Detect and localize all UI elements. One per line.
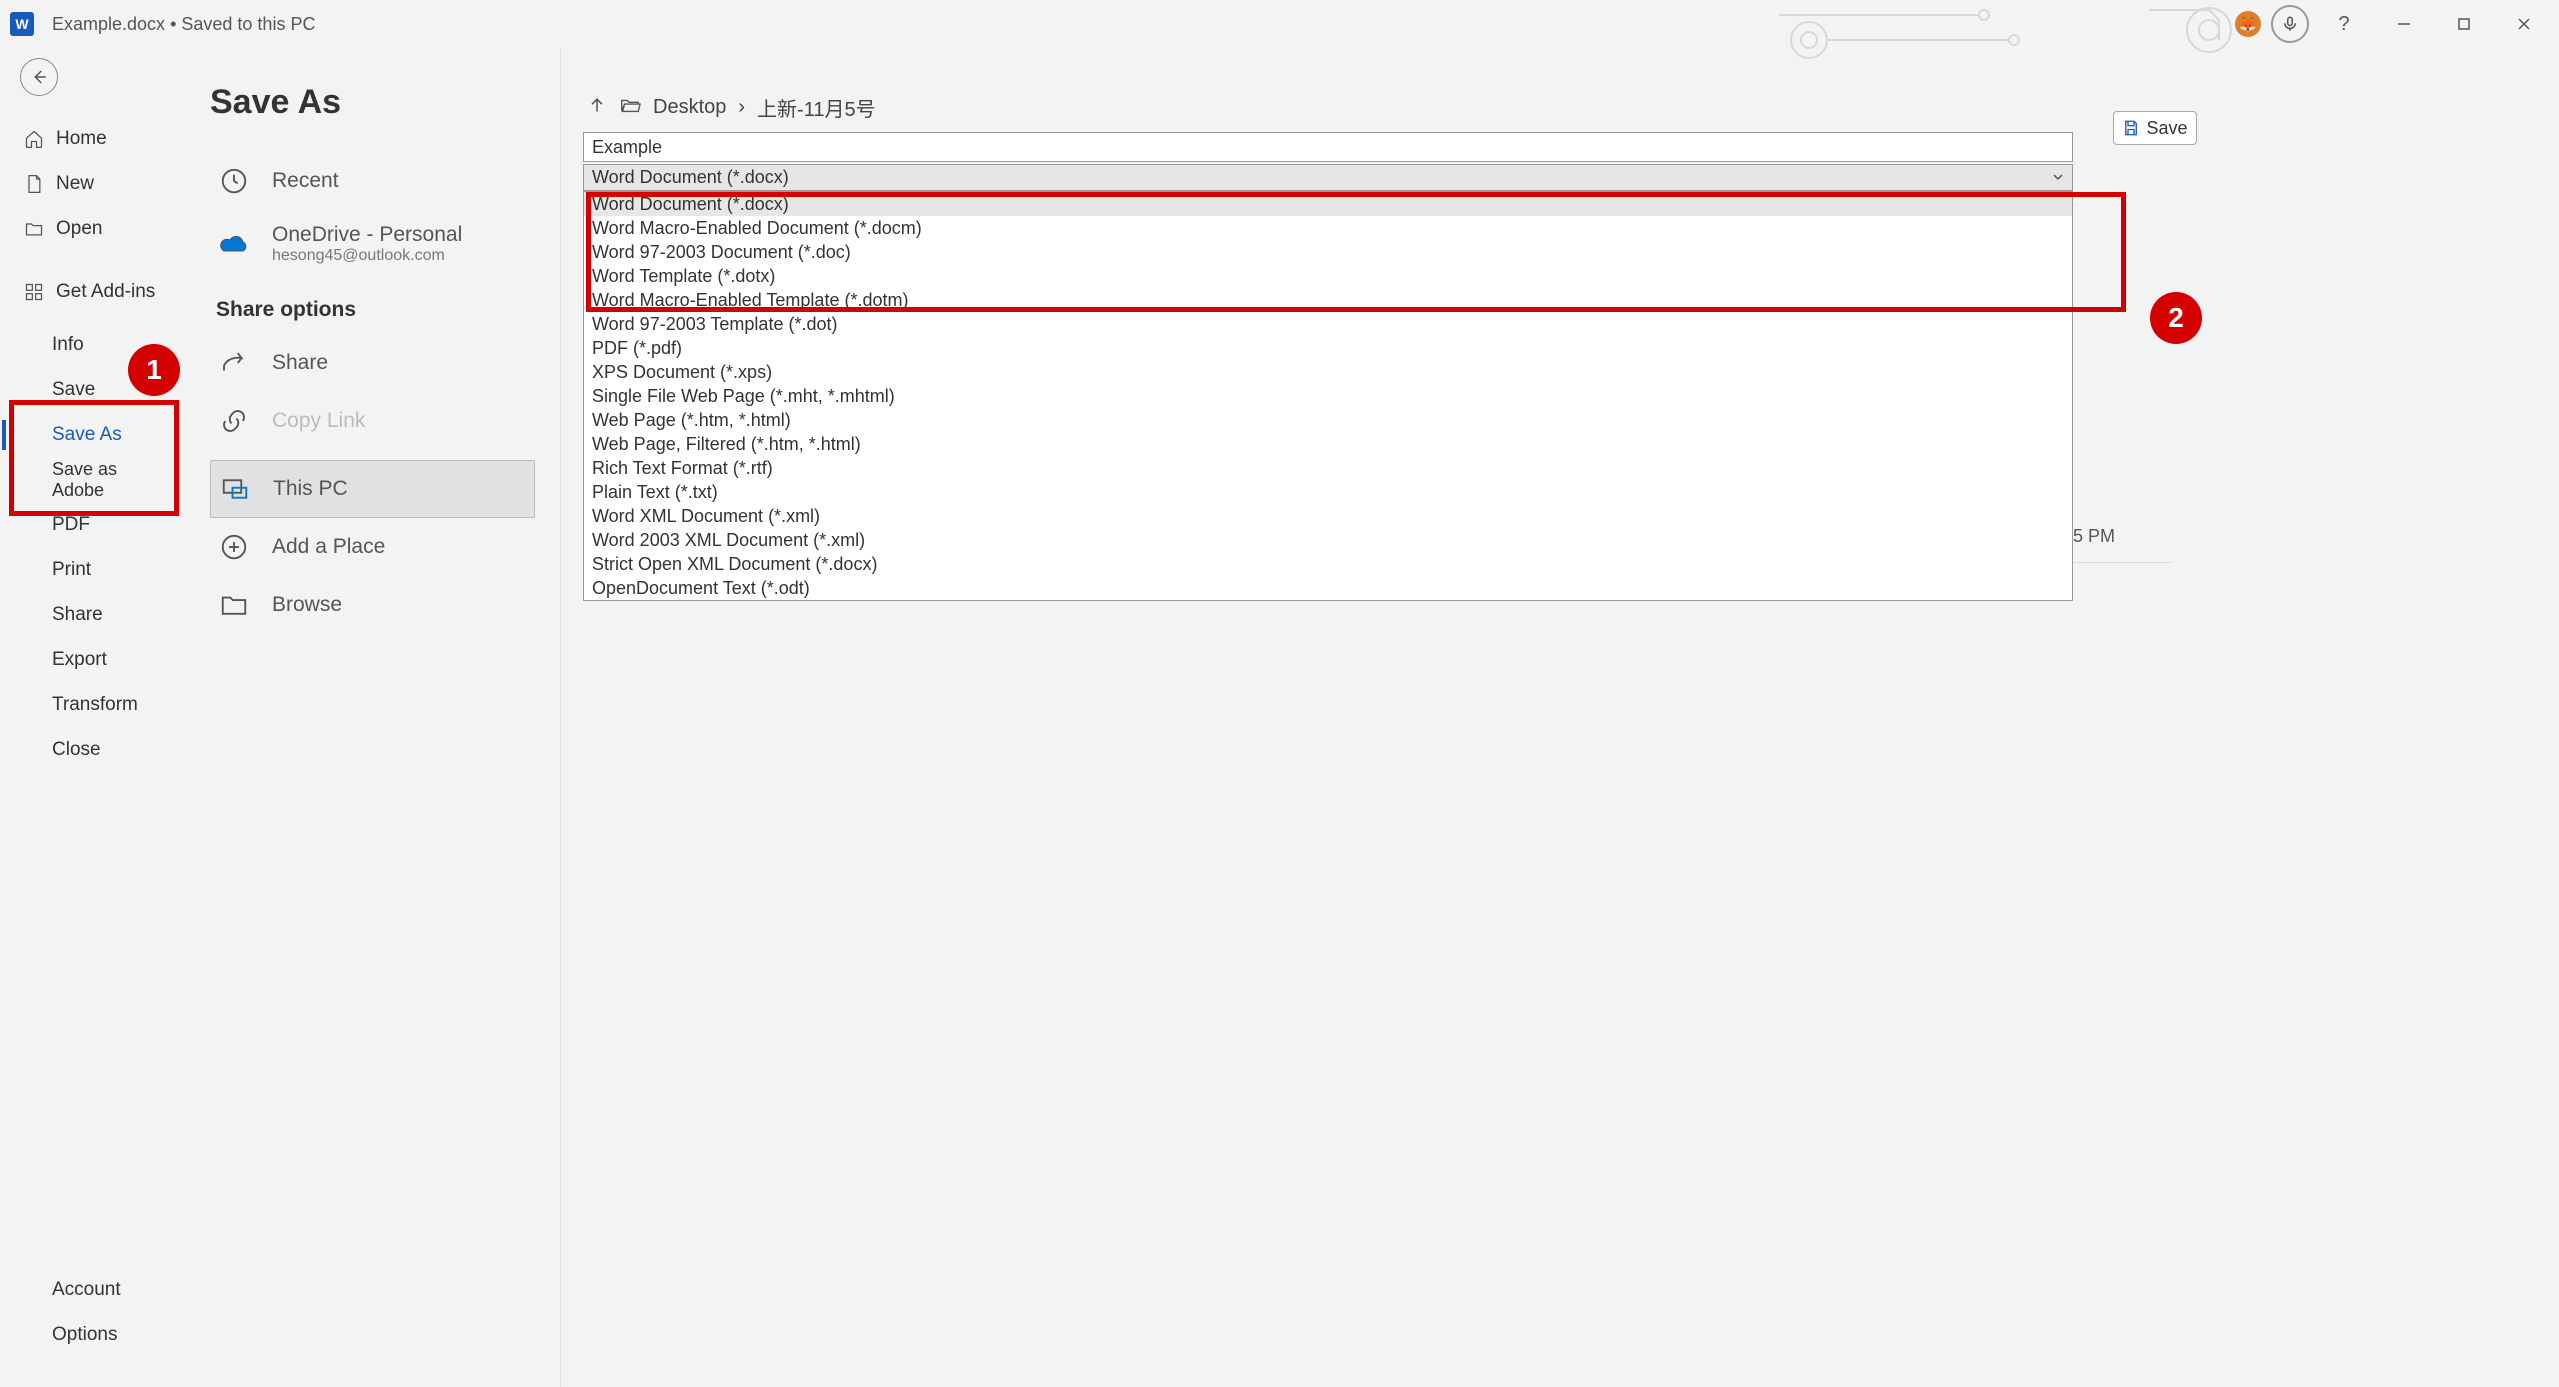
format-option[interactable]: Plain Text (*.txt) <box>584 480 2072 504</box>
user-avatar[interactable]: 🦊 <box>2235 11 2261 37</box>
clock-icon <box>216 163 252 199</box>
nav-print[interactable]: Print <box>0 547 170 592</box>
format-option[interactable]: Word Macro-Enabled Document (*.docm) <box>584 216 2072 240</box>
link-icon <box>216 403 252 439</box>
maximize-button[interactable] <box>2439 4 2489 44</box>
copy-link-option: Copy Link <box>210 392 535 450</box>
format-option[interactable]: Web Page (*.htm, *.html) <box>584 408 2072 432</box>
nav-pdf[interactable]: PDF <box>0 502 170 547</box>
nav-new[interactable]: New <box>0 161 170 206</box>
nav-options[interactable]: Options <box>0 1312 170 1357</box>
word-app-icon: W <box>10 12 34 36</box>
up-folder-button[interactable] <box>587 95 607 121</box>
nav-save-as[interactable]: Save As <box>0 412 170 457</box>
format-option[interactable]: Web Page, Filtered (*.htm, *.html) <box>584 432 2072 456</box>
breadcrumb-segment[interactable]: 上新-11月5号 <box>757 93 876 122</box>
page-title: Save As <box>210 83 535 122</box>
browse[interactable]: Browse <box>210 576 535 634</box>
nav-addins-label: Get Add-ins <box>56 281 155 303</box>
format-option[interactable]: Word 97-2003 Template (*.dot) <box>584 312 2072 336</box>
nav-save[interactable]: Save <box>0 367 170 412</box>
breadcrumb: Desktop › 上新-11月5号 <box>561 93 2229 122</box>
nav-save-adobe[interactable]: Save as Adobe <box>0 457 170 502</box>
save-location-pane: Save As Recent OneDrive - Personal heson… <box>170 48 560 1387</box>
nav-share[interactable]: Share <box>0 592 170 637</box>
nav-info[interactable]: Info <box>0 322 170 367</box>
minimize-button[interactable] <box>2379 4 2429 44</box>
share-options-heading: Share options <box>216 298 535 322</box>
format-option[interactable]: XPS Document (*.xps) <box>584 360 2072 384</box>
format-option[interactable]: Word 2003 XML Document (*.xml) <box>584 528 2072 552</box>
save-as-content: Desktop › 上新-11月5号 Example Word Document… <box>560 48 2559 1387</box>
format-option[interactable]: Word Macro-Enabled Template (*.dotm) <box>584 288 2072 312</box>
location-onedrive[interactable]: OneDrive - Personal hesong45@outlook.com <box>210 210 535 278</box>
close-button[interactable] <box>2499 4 2549 44</box>
file-format-select[interactable]: Word Document (*.docx) <box>583 164 2073 191</box>
share-icon <box>216 345 252 381</box>
nav-account[interactable]: Account <box>0 1267 170 1312</box>
format-option[interactable]: OpenDocument Text (*.odt) <box>584 576 2072 600</box>
format-option[interactable]: Single File Web Page (*.mht, *.mhtml) <box>584 384 2072 408</box>
location-recent[interactable]: Recent <box>210 152 535 210</box>
voice-search-button[interactable] <box>2271 5 2309 43</box>
format-option[interactable]: Word 97-2003 Document (*.doc) <box>584 240 2072 264</box>
format-option[interactable]: Strict Open XML Document (*.docx) <box>584 552 2072 576</box>
share-option[interactable]: Share <box>210 334 535 392</box>
format-option[interactable]: Word Template (*.dotx) <box>584 264 2072 288</box>
nav-open[interactable]: Open <box>0 206 170 251</box>
breadcrumb-segment[interactable]: Desktop <box>653 96 726 119</box>
filename-input[interactable]: Example <box>583 132 2073 162</box>
chevron-down-icon <box>2052 167 2064 188</box>
nav-addins[interactable]: Get Add-ins <box>0 269 170 314</box>
nav-transform[interactable]: Transform <box>0 682 170 727</box>
folder-open-icon <box>619 94 641 122</box>
add-place[interactable]: Add a Place <box>210 518 535 576</box>
nav-export[interactable]: Export <box>0 637 170 682</box>
folder-icon <box>216 587 252 623</box>
title-bar: W Example.docx • Saved to this PC 🦊 ? <box>0 0 2559 48</box>
backstage-nav: Home New Open Get Add-ins Info Save Save… <box>0 48 170 1387</box>
location-this-pc[interactable]: This PC <box>210 460 535 518</box>
title-filename: Example.docx • Saved to this PC <box>52 14 315 35</box>
format-option[interactable]: PDF (*.pdf) <box>584 336 2072 360</box>
this-pc-icon <box>217 471 253 507</box>
back-button[interactable] <box>20 58 58 96</box>
nav-open-label: Open <box>56 218 102 240</box>
format-option[interactable]: Word Document (*.docx) <box>584 192 2072 216</box>
nav-home-label: Home <box>56 128 107 150</box>
format-option[interactable]: Rich Text Format (*.rtf) <box>584 456 2072 480</box>
help-button[interactable]: ? <box>2319 4 2369 44</box>
add-place-icon <box>216 529 252 565</box>
save-button[interactable]: Save <box>2113 111 2197 145</box>
nav-new-label: New <box>56 173 94 195</box>
file-format-dropdown: Word Document (*.docx)Word Macro-Enabled… <box>583 191 2073 601</box>
cloud-icon <box>216 226 252 262</box>
nav-home[interactable]: Home <box>0 116 170 161</box>
nav-close[interactable]: Close <box>0 727 170 772</box>
format-option[interactable]: Word XML Document (*.xml) <box>584 504 2072 528</box>
